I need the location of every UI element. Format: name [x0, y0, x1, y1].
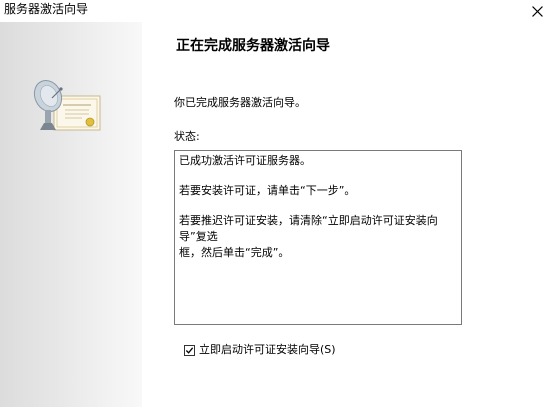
title-bar: 服务器激活向导 [0, 0, 552, 22]
wizard-content: 正在完成服务器激活向导 你已完成服务器激活向导。 状态: 已成功激活许可证服务器… [142, 22, 552, 407]
close-button[interactable] [522, 0, 552, 22]
status-line: 若要安装许可证，请单击“下一步”。 [179, 184, 356, 197]
intro-text: 你已完成服务器激活向导。 [174, 96, 306, 109]
start-license-install-option[interactable]: 立即启动许可证安装向导(S) [184, 342, 336, 358]
wizard-sidebar [0, 22, 142, 407]
start-license-install-checkbox[interactable] [184, 344, 195, 356]
status-label: 状态: [174, 130, 200, 143]
checkbox-label[interactable]: 立即启动许可证安装向导(S) [199, 342, 336, 358]
page-title: 正在完成服务器激活向导 [176, 38, 330, 54]
checkmark-icon [185, 346, 194, 354]
status-line: 已成功激活许可证服务器。 [179, 154, 311, 167]
satellite-certificate-icon [33, 79, 101, 131]
window-title: 服务器激活向导 [4, 2, 89, 16]
status-line: 框，然后单击“完成”。 [179, 246, 290, 259]
status-textbox[interactable]: 已成功激活许可证服务器。 若要安装许可证，请单击“下一步”。 若要推迟许可证安装… [174, 150, 462, 325]
close-icon [531, 5, 543, 17]
status-line: 若要推迟许可证安装，请清除“立即启动许可证安装向导”复选 [179, 214, 438, 243]
